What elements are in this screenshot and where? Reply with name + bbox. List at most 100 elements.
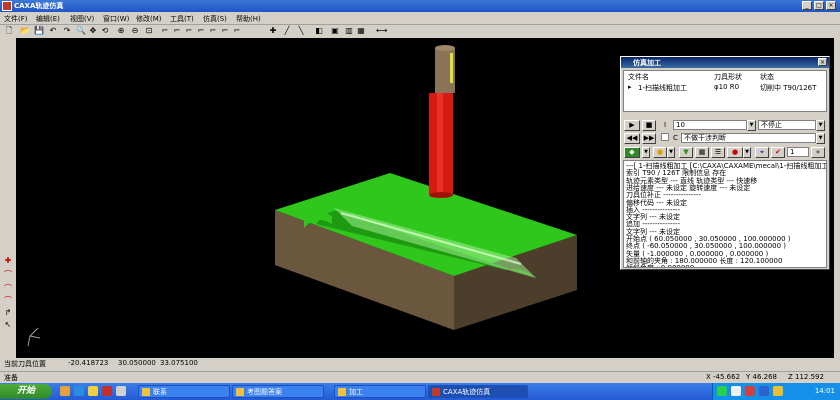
info-line: 倾斜角度 : 0.000000 (626, 264, 694, 267)
stop-button[interactable]: ■ (642, 120, 656, 131)
task-caxa[interactable]: CAXA轨迹仿真 (428, 385, 528, 398)
check-checkbox[interactable] (661, 133, 669, 141)
task-jiagong[interactable]: 加工 (334, 385, 426, 398)
stop-mode-dropdown-icon[interactable]: ▼ (816, 120, 825, 131)
menu-tools[interactable]: 工具(T) (170, 14, 194, 24)
line-icon[interactable]: ╲ (296, 26, 306, 36)
solid-view-button[interactable]: ◆ (624, 147, 640, 158)
grid-button[interactable]: ▦ (695, 147, 709, 158)
undo-icon[interactable]: ↶ (48, 26, 58, 36)
dialog-title: 仿真加工 (633, 59, 661, 67)
solid-view-dropdown-icon[interactable]: ▼ (642, 147, 650, 158)
quick-launch-desktop-icon[interactable] (74, 386, 84, 396)
step-label: I (664, 121, 667, 129)
dialog-close-button[interactable]: × (818, 58, 827, 66)
stop-mode-select[interactable]: 不停止 (758, 120, 816, 130)
tray-antivirus-icon[interactable] (745, 386, 755, 396)
play-button[interactable]: ▶ (624, 120, 640, 131)
new-icon[interactable]: 🗋 (4, 26, 14, 36)
step-back-button[interactable]: ◀◀ (624, 133, 640, 144)
quick-launch-media-icon[interactable] (116, 386, 126, 396)
interference-select[interactable]: 不做干涉判断 (681, 133, 816, 143)
axis-icon[interactable]: ╱ (282, 26, 292, 36)
menu-window[interactable]: 窗口(W) (103, 14, 129, 24)
save-icon[interactable]: 💾 (34, 26, 44, 36)
quick-launch-folder-icon[interactable] (88, 386, 98, 396)
pipe-icon[interactable]: ▥ (344, 26, 354, 36)
viewport-scrollbar[interactable] (834, 38, 840, 358)
open-icon[interactable]: 📂 (20, 26, 30, 36)
simulation-dialog: 仿真加工 × 文件名 刀具形状 状态 ▸ 1-扫描线粗加工 φ10 R0 切削中… (620, 56, 830, 270)
quick-launch-ie-icon[interactable] (60, 386, 70, 396)
quick-launch-app-icon[interactable] (102, 386, 112, 396)
menu-help[interactable]: 帮助(H) (236, 14, 261, 24)
redo-icon[interactable]: ↷ (62, 26, 72, 36)
tool-color-dropdown-icon[interactable]: ▼ (667, 147, 675, 158)
measure-button[interactable]: ⌖ (755, 147, 769, 158)
task-lianxi[interactable]: 联系 (138, 385, 230, 398)
move-icon[interactable]: ✚ (268, 26, 278, 36)
tray-ime-icon[interactable] (759, 386, 769, 396)
zoom-in-icon[interactable]: ⊕ (116, 26, 126, 36)
flag-icon[interactable]: ▦ (356, 26, 366, 36)
info-panel: ---[ 1-扫描线粗加工 [C:\CAXA\CAXAME\mecal\1-扫描… (623, 160, 827, 268)
pan-icon[interactable]: ✥ (88, 26, 98, 36)
tray-network-icon[interactable] (717, 386, 727, 396)
arc-tool-icon[interactable]: ⌒ (3, 270, 13, 280)
tray-volume-icon[interactable] (731, 386, 741, 396)
view-icon[interactable]: ⌐ (172, 26, 182, 36)
cube-icon[interactable]: ◧ (314, 26, 324, 36)
window-title: CAXA轨迹仿真 (14, 2, 64, 10)
view-icon[interactable]: ⌐ (196, 26, 206, 36)
page-input[interactable]: 1 (787, 147, 809, 157)
minimize-button[interactable]: _ (802, 1, 812, 10)
step-forward-button[interactable]: ▶▶ (642, 133, 656, 144)
collapse-button[interactable]: « (811, 147, 825, 158)
view-icon[interactable]: ⌐ (208, 26, 218, 36)
box-icon[interactable]: ▣ (330, 26, 340, 36)
menu-modify[interactable]: 修改(M) (136, 14, 162, 24)
zoom-fit-icon[interactable]: ⊡ (144, 26, 154, 36)
view-icon[interactable]: ⌐ (160, 26, 170, 36)
row-file-name[interactable]: 1-扫描线粗加工 (638, 83, 687, 93)
menu-view[interactable]: 视图(V) (70, 14, 94, 24)
window-titlebar: CAXA轨迹仿真 _ □ × (0, 0, 840, 12)
start-button[interactable]: 开始 (0, 384, 52, 399)
zoom-icon[interactable]: 🔍 (76, 26, 86, 36)
view-icon[interactable]: ⌐ (220, 26, 230, 36)
tray-app-icon[interactable] (773, 386, 783, 396)
record-button[interactable]: ● (727, 147, 743, 158)
caxa-icon (432, 388, 440, 396)
gauge-icon[interactable]: ⟷ (376, 26, 387, 36)
zoom-out-icon[interactable]: ⊖ (130, 26, 140, 36)
pointer-tool-icon[interactable]: ↖ (3, 320, 13, 330)
row-expand-icon[interactable]: ▸ (628, 83, 632, 91)
menu-simulate[interactable]: 仿真(S) (203, 14, 227, 24)
point-tool-icon[interactable]: ✚ (3, 256, 13, 266)
curve-tool-icon[interactable]: ⌒ (3, 296, 13, 306)
maximize-button[interactable]: □ (814, 1, 824, 10)
step-input[interactable]: 10 (673, 120, 747, 130)
select-tool-icon[interactable]: ↱ (3, 308, 13, 318)
left-toolbar: ✚ ⌒ ⌒ ⌒ ↱ ↖ (0, 38, 16, 358)
menu-file[interactable]: 文件(F) (4, 14, 28, 24)
rotate-icon[interactable]: ⟲ (100, 26, 110, 36)
row-tool-shape: φ10 R0 (714, 83, 740, 91)
step-dropdown-button[interactable]: ▼ (747, 120, 756, 131)
view-icon[interactable]: ⌐ (232, 26, 242, 36)
view-icon[interactable]: ⌐ (184, 26, 194, 36)
menu-edit[interactable]: 编辑(E) (36, 14, 60, 24)
system-tray: 14:01 (712, 383, 840, 400)
filter-button[interactable]: ▼ (679, 147, 693, 158)
column-file: 文件名 (628, 73, 649, 81)
tool-shank-highlight (437, 93, 443, 195)
list-button[interactable]: ☰ (711, 147, 725, 158)
interference-dropdown-icon[interactable]: ▼ (816, 133, 825, 144)
confirm-check-icon[interactable]: ✔ (771, 147, 785, 158)
circle-tool-icon[interactable]: ⌒ (3, 284, 13, 294)
taskbar: 开始 联系 考图题答案 加工 CAXA轨迹仿真 14:01 (0, 383, 840, 400)
task-kaotu[interactable]: 考图题答案 (232, 385, 324, 398)
close-button[interactable]: × (826, 1, 836, 10)
record-dropdown-icon[interactable]: ▼ (743, 147, 751, 158)
tool-color-button[interactable]: ● (653, 147, 667, 158)
